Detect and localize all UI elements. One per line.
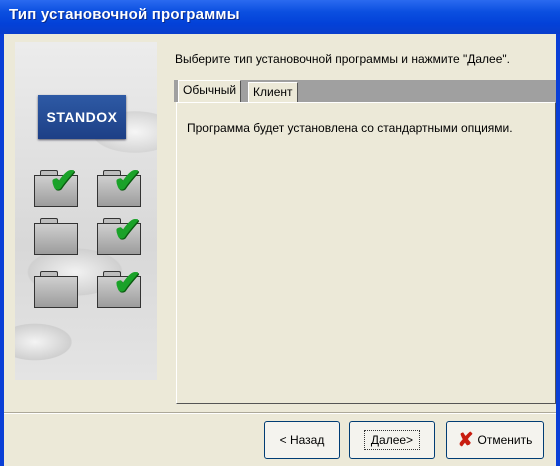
window-title: Тип установочной программы [9,6,240,23]
cancel-button[interactable]: ✘ Отменить [446,421,544,459]
standox-logo: STANDOX [38,95,126,139]
back-button-label: < Назад [279,433,325,447]
tab-normal[interactable]: Обычный [178,80,242,102]
cancel-button-label: Отменить [477,433,533,447]
instruction-text: Выберите тип установочной программы и на… [175,52,510,66]
red-x-icon: ✘ [457,429,474,451]
checkmark-icon: ✔ [113,211,142,249]
side-banner-image: STANDOX ✔ ✔ ✔ ✔ [15,42,157,380]
next-button[interactable]: Далее> [349,421,435,459]
installer-window: Тип установочной программы STANDOX ✔ ✔ ✔… [0,0,560,466]
tab-client[interactable]: Клиент [248,82,298,102]
tab-strip: Обычный Клиент [174,80,556,102]
folder-icon [34,218,78,255]
install-description: Программа будет установлена со стандартн… [187,121,513,135]
button-separator [4,412,556,414]
tab-content-panel: Программа будет установлена со стандартн… [176,102,556,404]
back-button[interactable]: < Назад [264,421,340,459]
checkmark-icon: ✔ [113,162,142,200]
window-border-right [556,34,560,466]
checkmark-icon: ✔ [49,162,78,200]
folder-icon [34,271,78,308]
title-bar[interactable]: Тип установочной программы [0,0,560,34]
checkmark-icon: ✔ [113,264,142,302]
next-button-label: Далее> [363,430,421,450]
